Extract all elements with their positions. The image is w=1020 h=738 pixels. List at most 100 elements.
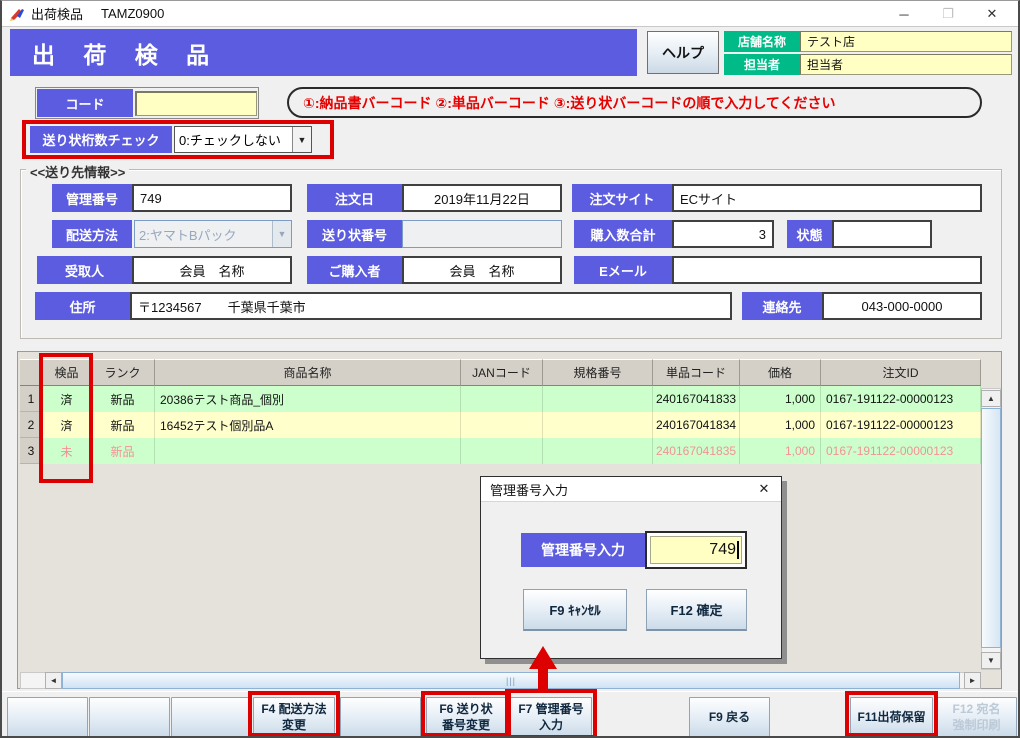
kanri-input-field[interactable]: 749 — [650, 536, 742, 564]
scroll-left-icon[interactable]: ◄ — [45, 672, 62, 689]
cell-order: 0167-191122-00000123 — [821, 412, 981, 438]
cell-jan — [461, 438, 543, 464]
cell-check: 未 — [43, 438, 91, 464]
order-site-label: 注文サイト — [572, 184, 672, 212]
footer-button-empty — [89, 697, 170, 737]
scroll-up-icon[interactable]: ▲ — [981, 390, 1001, 407]
f9-back-button[interactable]: F9 戻る — [689, 697, 770, 737]
delivery-method-label: 配送方法 — [52, 220, 132, 248]
cell-spec — [543, 438, 653, 464]
row-number: 2 — [20, 412, 43, 438]
cell-order: 0167-191122-00000123 — [821, 386, 981, 412]
col-header-unit[interactable]: 単品コード — [653, 359, 740, 386]
staff-value: 担当者 — [800, 54, 1012, 75]
chevron-down-icon: ▼ — [272, 221, 291, 247]
qty-total-label: 購入数合計 — [574, 220, 672, 248]
order-date-value: 2019年11月22日 — [402, 184, 562, 212]
delivery-method-value: 2:ヤマトBパック — [135, 225, 272, 244]
staff-label: 担当者 — [724, 54, 800, 75]
chevron-down-icon[interactable]: ▼ — [292, 127, 311, 152]
kanri-input-dialog: 管理番号入力 ✕ 管理番号入力 749 F9 ｷｬﾝｾﾙ F12 確定 — [480, 476, 782, 659]
maximize-icon: ❐ — [926, 1, 970, 27]
table-row[interactable]: 3 未 新品 240167041835 1,000 0167-191122-00… — [18, 438, 981, 464]
buyer-label: ご購入者 — [307, 256, 402, 284]
pointer-arrow-shaft — [538, 667, 548, 693]
f12-force-print-button: F12 宛名 強制印刷 — [936, 697, 1017, 737]
cell-price: 1,000 — [740, 412, 821, 438]
code-input[interactable] — [135, 91, 257, 116]
col-header-name[interactable]: 商品名称 — [155, 359, 461, 386]
minimize-icon[interactable]: ─ — [882, 1, 926, 27]
col-header-check[interactable]: 検品 — [43, 359, 91, 386]
cell-rank: 新品 — [91, 438, 155, 464]
confirm-button[interactable]: F12 確定 — [646, 589, 747, 631]
cell-name: 20386テスト商品_個別 — [155, 386, 461, 412]
cell-jan — [461, 412, 543, 438]
shipping-inspection-window: 出荷検品 TAMZ0900 ─ ❐ ✕ 出 荷 検 品 ヘルプ 店舗名称 テスト… — [0, 0, 1020, 738]
dialog-titlebar: 管理番号入力 ✕ — [481, 477, 781, 502]
order-date-label: 注文日 — [307, 184, 402, 212]
kanri-label: 管理番号 — [52, 184, 132, 212]
f4-delivery-change-button[interactable]: F4 配送方法 変更 — [253, 697, 335, 737]
page-title: 出 荷 検 品 — [10, 29, 637, 76]
slip-number-value — [402, 220, 562, 248]
contact-label: 連絡先 — [742, 292, 822, 320]
f7-kanri-input-button[interactable]: F7 管理番号 入力 — [510, 697, 592, 737]
col-header-spec[interactable]: 規格番号 — [543, 359, 653, 386]
cell-name — [155, 438, 461, 464]
receiver-label: 受取人 — [37, 256, 132, 284]
f11-hold-shipment-button[interactable]: F11出荷保留 — [850, 697, 933, 737]
contact-value: 043-000-0000 — [822, 292, 982, 320]
titlebar: 出荷検品 TAMZ0900 ─ ❐ ✕ — [2, 1, 1018, 27]
digit-check-label: 送り状桁数チェック — [30, 126, 172, 153]
digit-check-dropdown[interactable]: 0:チェックしない ▼ — [174, 126, 312, 153]
cell-unit: 240167041835 — [653, 438, 740, 464]
scroll-down-icon[interactable]: ▼ — [981, 652, 1001, 669]
digit-check-value: 0:チェックしない — [175, 130, 292, 149]
horizontal-scroll-thumb[interactable]: ||| — [62, 672, 960, 689]
cell-price: 1,000 — [740, 386, 821, 412]
store-name-value: テスト店 — [800, 31, 1012, 52]
buyer-value: 会員 名称 — [402, 256, 562, 284]
text-caret — [737, 541, 739, 559]
email-value — [672, 256, 982, 284]
code-label: コード — [37, 89, 133, 117]
cell-rank: 新品 — [91, 386, 155, 412]
receiver-value: 会員 名称 — [132, 256, 292, 284]
cell-jan — [461, 386, 543, 412]
app-icon — [9, 6, 25, 22]
cancel-button[interactable]: F9 ｷｬﾝｾﾙ — [523, 589, 627, 631]
col-header-jan[interactable]: JANコード — [461, 359, 543, 386]
row-number: 1 — [20, 386, 43, 412]
window-title: 出荷検品 — [31, 4, 83, 23]
delivery-method-dropdown: 2:ヤマトBパック ▼ — [134, 220, 292, 248]
status-value — [832, 220, 932, 248]
vertical-scroll-thumb[interactable] — [981, 408, 1001, 648]
shipping-group-title: <<送り先情報>> — [26, 162, 129, 181]
col-header-rank[interactable]: ランク — [91, 359, 155, 386]
table-row[interactable]: 1 済 新品 20386テスト商品_個別 240167041833 1,000 … — [18, 386, 981, 412]
cell-order: 0167-191122-00000123 — [821, 438, 981, 464]
scroll-right-icon[interactable]: ► — [964, 672, 981, 689]
cell-unit: 240167041834 — [653, 412, 740, 438]
function-key-bar: F4 配送方法 変更 F6 送り状 番号変更 F7 管理番号 入力 F9 戻る … — [2, 691, 1018, 738]
kanri-value: 749 — [132, 184, 292, 212]
table-row[interactable]: 2 済 新品 16452テスト個別品A 240167041834 1,000 0… — [18, 412, 981, 438]
row-number: 3 — [20, 438, 43, 464]
table-header-row: 検品 ランク 商品名称 JANコード 規格番号 単品コード 価格 注文ID — [18, 359, 981, 386]
cell-check: 済 — [43, 386, 91, 412]
close-icon[interactable]: ✕ — [747, 477, 781, 502]
cell-unit: 240167041833 — [653, 386, 740, 412]
barcode-instruction: ①:納品書バーコード ②:単品バーコード ③:送り状バーコードの順で入力してくだ… — [287, 87, 982, 118]
window-title-code: TAMZ0900 — [101, 6, 164, 21]
row-number-header — [20, 359, 43, 386]
close-icon[interactable]: ✕ — [970, 1, 1014, 27]
f6-slip-change-button[interactable]: F6 送り状 番号変更 — [426, 697, 506, 737]
col-header-price[interactable]: 価格 — [740, 359, 821, 386]
footer-button-empty — [7, 697, 88, 737]
email-label: Eメール — [574, 256, 672, 284]
col-header-order[interactable]: 注文ID — [821, 359, 981, 386]
qty-total-value: 3 — [672, 220, 774, 248]
help-button[interactable]: ヘルプ — [647, 31, 719, 74]
address-value: 〒1234567 千葉県千葉市 — [130, 292, 732, 320]
